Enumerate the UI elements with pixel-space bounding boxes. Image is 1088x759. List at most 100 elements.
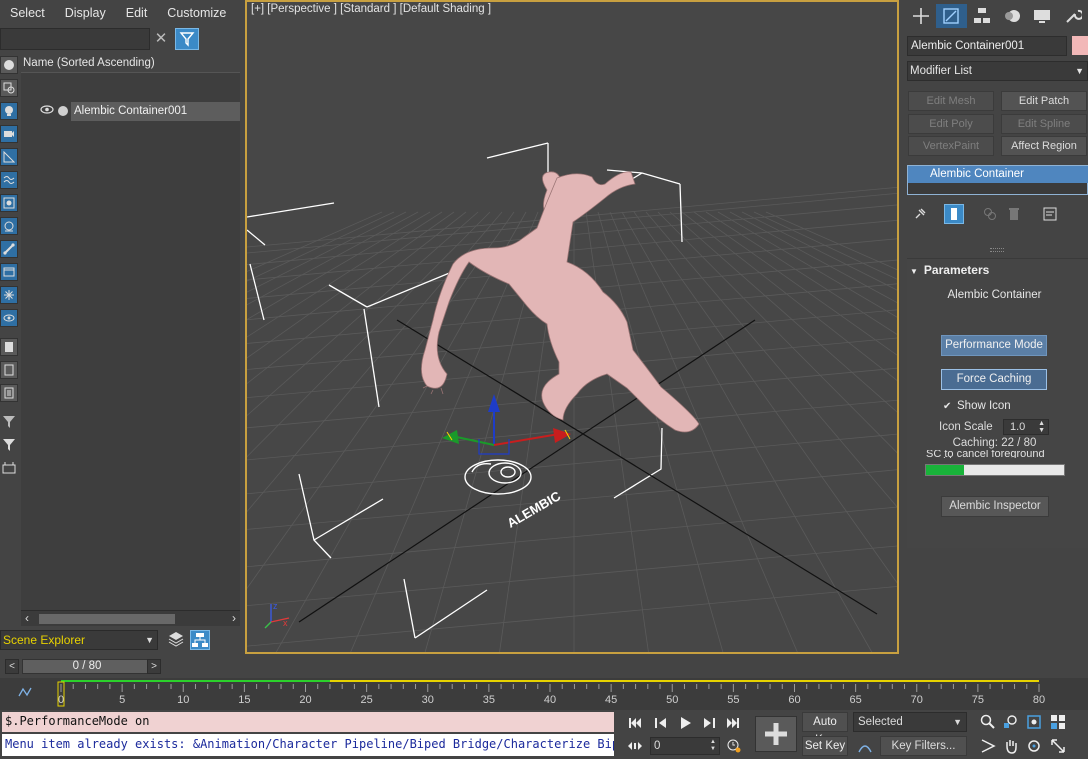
layers-icon[interactable] [167, 630, 187, 650]
key-mode-toggle-icon[interactable] [624, 737, 646, 755]
display-hidden-icon[interactable] [0, 309, 18, 327]
spinner-arrows-icon[interactable]: ▲ ▼ [710, 739, 716, 753]
alembic-inspector-button[interactable]: Alembic Inspector [941, 496, 1049, 517]
display-spacewarps-icon[interactable] [0, 171, 18, 189]
display-helpers-icon[interactable] [0, 148, 18, 166]
previous-frame-icon[interactable] [650, 714, 672, 732]
vertexpaint-button[interactable]: VertexPaint [908, 136, 994, 156]
maxscript-listener-input[interactable]: $.PerformanceMode on [2, 712, 614, 732]
track-bar[interactable]: 0 5 10 15 20 25 30 35 40 45 50 55 60 65 70 75 80 [0, 678, 1088, 710]
display-none-icon[interactable] [0, 361, 18, 379]
hierarchy-icon[interactable] [190, 630, 210, 650]
object-name-field[interactable]: Alembic Container001 [907, 36, 1067, 56]
pin-stack-icon[interactable] [910, 204, 930, 224]
display-xrefs-icon[interactable] [0, 217, 18, 235]
filter-selected-icon[interactable] [0, 413, 18, 431]
play-icon[interactable] [674, 714, 696, 732]
key-filters-button[interactable]: Key Filters... [880, 736, 967, 756]
performance-mode-button[interactable]: Performance Mode [941, 335, 1047, 356]
stack-item-alembic-container[interactable]: Alembic Container [908, 166, 1088, 183]
orbit-icon[interactable] [1024, 736, 1044, 756]
explorer-horizontal-scrollbar[interactable]: ‹ › [21, 610, 240, 626]
motion-tab-icon[interactable] [997, 4, 1027, 28]
panel-splitter[interactable] [990, 248, 1004, 252]
time-configuration-icon[interactable] [724, 736, 744, 756]
scroll-right-icon[interactable]: › [232, 611, 236, 625]
next-frame-button-icon[interactable] [698, 714, 720, 732]
scroll-left-icon[interactable]: ‹ [25, 611, 29, 625]
visibility-eye-icon[interactable] [40, 105, 54, 114]
zoom-all-icon[interactable] [1001, 712, 1021, 732]
icon-scale-spinner[interactable]: 1.0 ▲ ▼ [1003, 419, 1049, 435]
remove-modifier-icon[interactable] [1004, 204, 1024, 224]
edit-poly-button[interactable]: Edit Poly [908, 114, 994, 134]
current-frame-field[interactable]: 0 ▲ ▼ [650, 737, 720, 755]
zoom-extents-all-icon[interactable] [1048, 712, 1068, 732]
show-end-result-icon[interactable] [944, 204, 964, 224]
modify-tab-icon[interactable] [936, 4, 967, 28]
track-bar-ruler[interactable]: 0 5 10 15 20 25 30 35 40 45 50 55 60 65 70 75 80 [0, 678, 1088, 710]
layer-manager-icon[interactable] [0, 459, 18, 477]
menu-select[interactable]: Select [0, 6, 55, 20]
prev-frame-icon[interactable]: < [5, 659, 19, 674]
display-groups-icon[interactable] [0, 194, 18, 212]
edit-patch-button[interactable]: Edit Patch [1001, 91, 1087, 111]
display-tab-icon[interactable] [1027, 4, 1057, 28]
curve-editor-icon[interactable] [18, 686, 32, 700]
create-tab-icon[interactable] [906, 4, 936, 28]
zoom-icon[interactable] [978, 712, 998, 732]
go-to-start-icon[interactable] [624, 714, 646, 732]
frame-tick-label: 55 [727, 694, 739, 706]
freeze-dot-icon[interactable] [58, 106, 68, 116]
modifier-list-dropdown[interactable]: Modifier List ▼ [907, 61, 1088, 81]
viewport-label-menu[interactable]: [+] [Perspective ] [Standard ] [Default … [251, 3, 491, 15]
menu-customize[interactable]: Customize [157, 6, 236, 20]
selection-set-dropdown[interactable]: Selected ▼ [853, 712, 967, 732]
auto-key-button[interactable]: Auto Key [802, 712, 848, 746]
explorer-column-header[interactable]: Name (Sorted Ascending) [21, 54, 240, 73]
utilities-tab-icon[interactable] [1058, 4, 1088, 28]
menu-edit[interactable]: Edit [116, 6, 158, 20]
zoom-extents-icon[interactable] [1024, 712, 1044, 732]
menu-display[interactable]: Display [55, 6, 116, 20]
spinner-arrows-icon[interactable]: ▲ ▼ [1038, 420, 1045, 434]
display-frozen-icon[interactable] [0, 286, 18, 304]
filter-icon[interactable] [175, 28, 199, 50]
make-unique-icon[interactable] [980, 204, 1000, 224]
force-caching-button[interactable]: Force Caching [941, 369, 1047, 390]
next-frame-icon[interactable]: > [147, 659, 161, 674]
scene-explorer-dropdown[interactable]: Scene Explorer ▼ [0, 630, 158, 650]
set-key-button[interactable]: Set Key [802, 736, 848, 756]
affect-region-button[interactable]: Affect Region [1001, 136, 1087, 156]
frame-tick-label: 80 [1033, 694, 1045, 706]
set-keys-big-icon[interactable] [755, 716, 797, 752]
display-bones-icon[interactable] [0, 240, 18, 258]
display-geometry-icon[interactable] [0, 56, 18, 74]
parameters-rollout-header[interactable]: ▼ Parameters [910, 263, 989, 277]
edit-mesh-button[interactable]: Edit Mesh [908, 91, 994, 111]
pan-hand-icon[interactable] [1001, 736, 1021, 756]
display-cameras-icon[interactable] [0, 125, 18, 143]
configure-modifier-sets-icon[interactable] [1040, 204, 1060, 224]
time-slider[interactable]: 0 / 80 [22, 659, 152, 674]
scroll-thumb[interactable] [39, 614, 175, 624]
perspective-viewport[interactable]: [+] [Perspective ] [Standard ] [Default … [245, 0, 899, 654]
display-shapes-icon[interactable] [0, 79, 18, 97]
display-lights-icon[interactable] [0, 102, 18, 120]
default-in-out-tangents-icon[interactable] [855, 736, 875, 756]
maxscript-listener-output[interactable]: Menu item already exists: &Animation/Cha… [2, 734, 614, 756]
hierarchy-tab-icon[interactable] [967, 4, 997, 28]
explorer-search-input[interactable] [0, 28, 150, 50]
filter-toggle-icon[interactable] [0, 436, 18, 454]
clear-search-icon[interactable]: ✕ [152, 30, 170, 48]
field-of-view-icon[interactable] [978, 736, 998, 756]
display-invert-icon[interactable] [0, 384, 18, 402]
display-all-icon[interactable] [0, 338, 18, 356]
maximize-viewport-icon[interactable] [1048, 736, 1068, 756]
edit-spline-button[interactable]: Edit Spline [1001, 114, 1087, 134]
show-icon-checkbox[interactable]: ✔ Show Icon [943, 400, 1011, 412]
tree-item-alembic-container[interactable]: Alembic Container001 [71, 102, 240, 121]
display-containers-icon[interactable] [0, 263, 18, 281]
go-to-end-icon[interactable] [722, 714, 744, 732]
object-color-swatch[interactable] [1072, 36, 1088, 55]
